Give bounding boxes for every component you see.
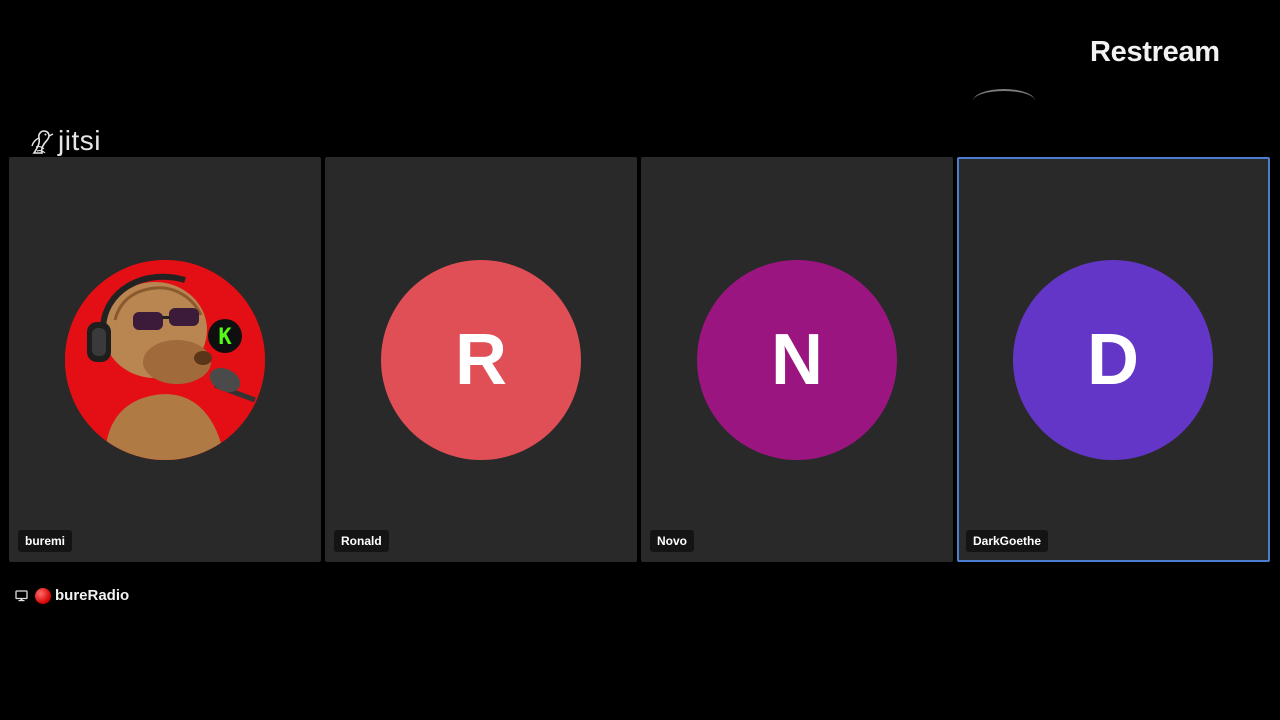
participant-name-tag: buremi bbox=[18, 530, 73, 552]
meeting-stage: Restream jitsi K buremi R Ronald N Novo … bbox=[0, 0, 1280, 720]
avatar-image-icon: K bbox=[65, 260, 265, 460]
participant-tiles: K buremi R Ronald N Novo D DarkGoethe bbox=[9, 157, 1271, 562]
participant-tile-novo[interactable]: N Novo bbox=[641, 157, 953, 562]
stream-source-label: bureRadio bbox=[15, 587, 129, 604]
stream-name: bureRadio bbox=[55, 587, 130, 604]
jitsi-logo: jitsi bbox=[30, 124, 101, 158]
participant-tile-darkgoethe-active[interactable]: D DarkGoethe bbox=[957, 157, 1270, 562]
live-indicator-icon bbox=[35, 587, 51, 604]
overlay-arc-decoration bbox=[973, 89, 1035, 101]
participant-name-tag: DarkGoethe bbox=[966, 530, 1049, 552]
participant-name-tag: Ronald bbox=[334, 530, 389, 552]
participant-avatar-initial: N bbox=[697, 260, 897, 460]
jitsi-wordmark: jitsi bbox=[58, 125, 101, 156]
participant-name-tag: Novo bbox=[650, 530, 694, 552]
monitor-icon bbox=[15, 590, 28, 602]
participant-tile-ronald[interactable]: R Ronald bbox=[325, 157, 637, 562]
participant-tile-buremi[interactable]: K buremi bbox=[9, 157, 321, 562]
participant-avatar-initial: R bbox=[381, 260, 581, 460]
restream-logo: Restream bbox=[1090, 36, 1220, 68]
jitsi-bird-icon bbox=[31, 130, 54, 154]
alf-headphones-avatar: K bbox=[65, 260, 265, 460]
participant-avatar-initial: D bbox=[1013, 260, 1213, 460]
svg-text:K: K bbox=[218, 325, 232, 350]
